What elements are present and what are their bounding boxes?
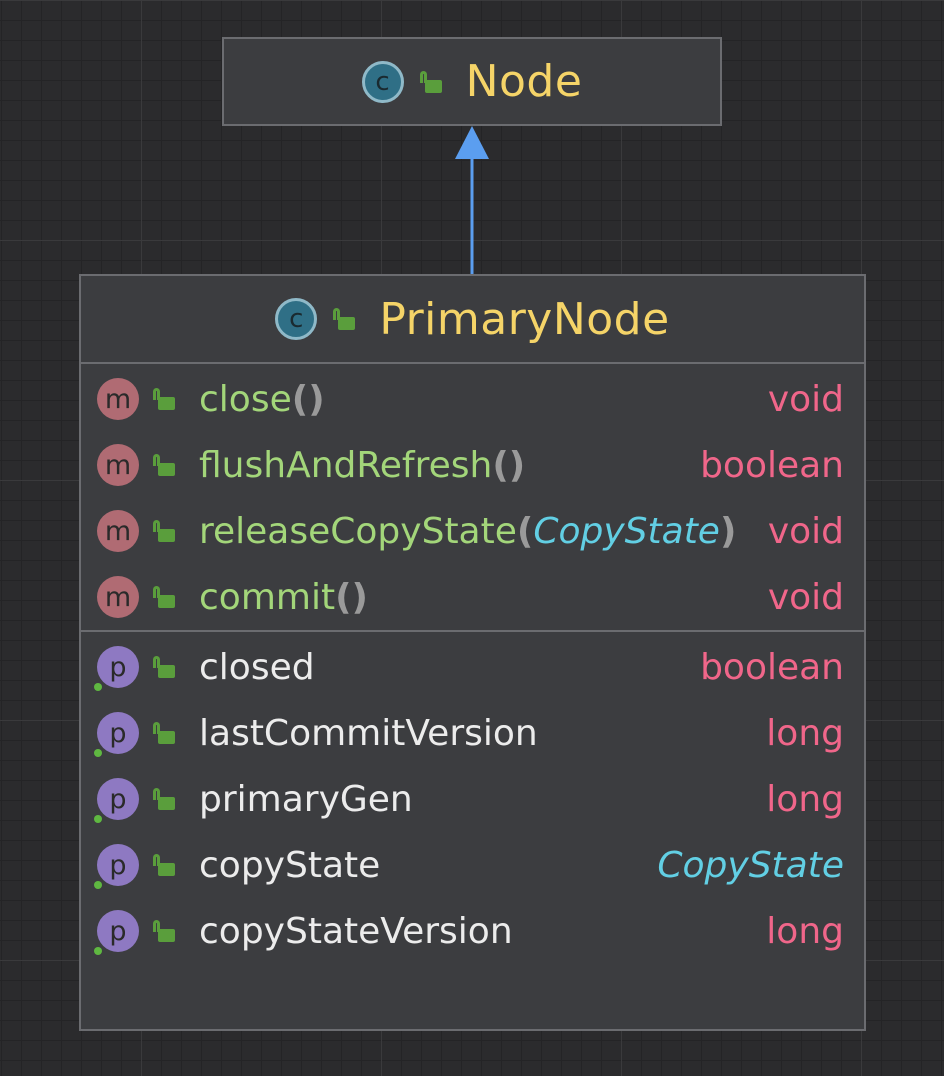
public-lock-icon — [151, 786, 177, 812]
field-name: lastCommitVersion — [199, 712, 538, 754]
parent-class-name: Node — [465, 56, 583, 107]
method-icon: m — [97, 378, 139, 420]
method-signature: flushAndRefresh() — [199, 445, 525, 486]
method-signature: releaseCopyState(CopyState) — [199, 511, 736, 552]
class-icon: c — [361, 60, 404, 103]
public-lock-icon — [151, 584, 177, 610]
methods-section: m close() void m flushAndRefresh() boole… — [81, 364, 864, 632]
method-name: commit — [199, 576, 336, 618]
class-primary-node[interactable]: c PrimaryNode m close() void m flushAndR… — [79, 274, 866, 1031]
property-icon: p — [94, 910, 139, 955]
field-row[interactable]: p copyState CopyState — [81, 832, 864, 898]
field-name: primaryGen — [199, 778, 413, 820]
field-row[interactable]: p copyStateVersion long — [81, 898, 864, 964]
field-row[interactable]: p closed boolean — [81, 634, 864, 700]
return-type: void — [767, 378, 844, 420]
public-lock-icon — [151, 386, 177, 412]
method-icon: m — [97, 444, 139, 486]
final-dot-icon — [94, 815, 102, 823]
final-dot-icon — [94, 881, 102, 889]
method-signature: commit() — [199, 577, 368, 618]
field-type: long — [766, 910, 844, 952]
field-name: copyState — [199, 844, 381, 886]
field-name: copyStateVersion — [199, 910, 513, 952]
method-name: releaseCopyState — [199, 510, 517, 552]
field-name: closed — [199, 646, 315, 688]
final-dot-icon — [94, 683, 102, 691]
method-row[interactable]: m close() void — [81, 366, 864, 432]
final-dot-icon — [94, 947, 102, 955]
open-paren: ( — [516, 510, 534, 552]
method-row[interactable]: m flushAndRefresh() boolean — [81, 432, 864, 498]
class-header: c PrimaryNode — [81, 276, 864, 364]
public-lock-icon — [151, 452, 177, 478]
property-icon: p — [94, 712, 139, 757]
open-paren: ( — [492, 444, 509, 486]
public-lock-icon — [331, 306, 357, 332]
public-lock-icon — [151, 918, 177, 944]
method-icon: m — [97, 576, 139, 618]
param-type: CopyState — [533, 510, 720, 552]
property-icon: p — [94, 844, 139, 889]
field-row[interactable]: p lastCommitVersion long — [81, 700, 864, 766]
final-dot-icon — [94, 749, 102, 757]
fields-section: p closed boolean p lastCommitVersion lon… — [81, 632, 864, 964]
field-type: long — [766, 712, 844, 754]
method-name: flushAndRefresh — [199, 444, 493, 486]
public-lock-icon — [151, 654, 177, 680]
close-paren: ) — [508, 444, 526, 486]
method-row[interactable]: m commit() void — [81, 564, 864, 630]
field-type: CopyState — [657, 844, 844, 886]
return-type: void — [767, 576, 844, 618]
field-type: boolean — [700, 646, 844, 688]
inheritance-arrowhead — [455, 126, 489, 159]
open-paren: ( — [291, 378, 309, 420]
method-name: close — [199, 378, 292, 420]
public-lock-icon — [151, 852, 177, 878]
public-lock-icon — [418, 69, 444, 95]
property-icon: p — [94, 778, 139, 823]
field-type: long — [766, 778, 844, 820]
public-lock-icon — [151, 720, 177, 746]
class-name: PrimaryNode — [379, 293, 670, 345]
return-type: boolean — [700, 444, 844, 486]
open-paren: ( — [335, 576, 352, 618]
parent-class-node[interactable]: c Node — [222, 37, 722, 126]
method-row[interactable]: m releaseCopyState(CopyState) void — [81, 498, 864, 564]
close-paren: ) — [351, 576, 368, 618]
field-row[interactable]: p primaryGen long — [81, 766, 864, 832]
method-signature: close() — [199, 379, 325, 420]
property-icon: p — [94, 646, 139, 691]
close-paren: ) — [719, 510, 737, 552]
method-icon: m — [97, 510, 139, 552]
close-paren: ) — [308, 378, 325, 420]
public-lock-icon — [151, 518, 177, 544]
return-type: void — [767, 510, 844, 552]
class-icon: c — [275, 298, 318, 340]
